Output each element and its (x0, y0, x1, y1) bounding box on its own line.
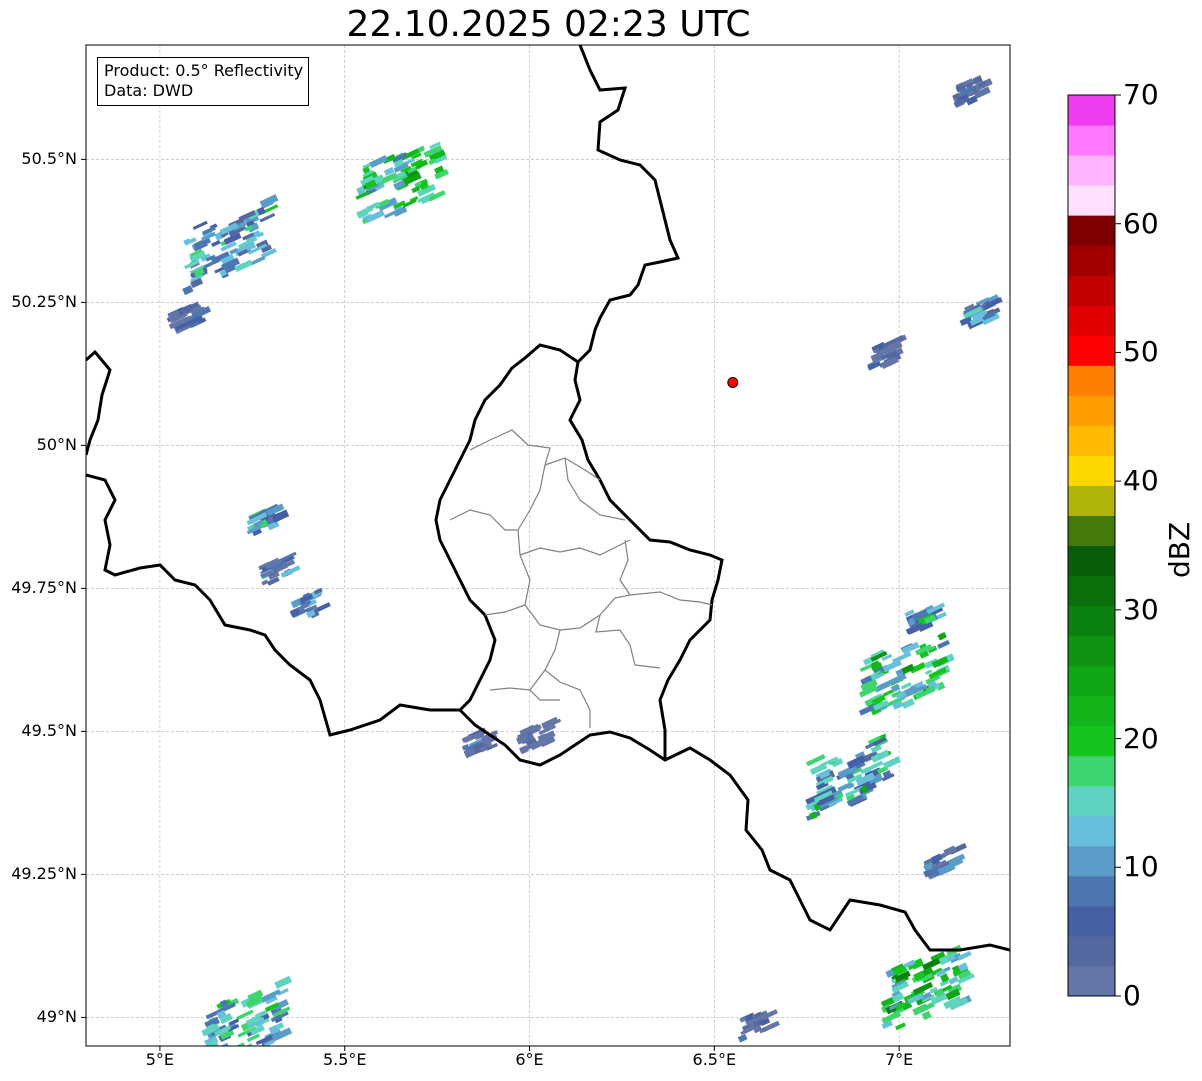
colorbar-swatch (1068, 695, 1115, 727)
colorbar-tick-label: 0 (1123, 979, 1141, 1012)
colorbar-tick-label: 60 (1123, 206, 1159, 240)
lon-tick-label: 6°E (515, 1050, 544, 1069)
colorbar-swatch (1068, 155, 1115, 186)
colorbar-swatch (1068, 215, 1115, 246)
colorbar-swatch (1068, 785, 1115, 817)
colorbar-swatch (1068, 365, 1115, 396)
colorbar-swatch (1068, 275, 1115, 306)
colorbar-swatch (1068, 845, 1115, 877)
precip-pixel (232, 1047, 241, 1056)
colorbar-swatch (1068, 425, 1115, 456)
lon-tick-label: 5°E (145, 1050, 175, 1069)
colorbar-tick-label: 10 (1123, 850, 1159, 884)
colorbar-swatch (1068, 245, 1115, 276)
precip-pixel (226, 1045, 235, 1046)
lat-tick-label: 50.25°N (11, 292, 77, 312)
colorbar (1068, 94, 1121, 997)
colorbar-swatch (1068, 965, 1115, 997)
lat-tick-label: 49.75°N (11, 578, 77, 598)
lat-tick-label: 50.5°N (21, 149, 77, 169)
lat-tick-label: 49.5°N (21, 721, 77, 741)
radar-site-marker (727, 376, 739, 388)
colorbar-swatch (1068, 335, 1115, 366)
colorbar-swatch (1068, 905, 1115, 937)
info-box: Product: 0.5° Reflectivity Data: DWD (97, 57, 310, 106)
colorbar-swatch (1068, 515, 1115, 546)
lat-tick-label: 49°N (36, 1007, 77, 1027)
radar-map (81, 44, 1121, 1068)
colorbar-swatch (1068, 575, 1115, 607)
colorbar-swatch (1068, 305, 1115, 336)
precip-pixel (201, 1048, 218, 1058)
data-source-label: Data: DWD (104, 81, 194, 100)
colorbar-tick-label: 40 (1123, 464, 1159, 498)
colorbar-tick-label: 70 (1123, 78, 1159, 111)
lat-tick-label: 49.25°N (11, 864, 77, 884)
colorbar-tick-label: 50 (1123, 335, 1159, 369)
product-label: Product: 0.5° Reflectivity (104, 61, 304, 80)
precip-pixel (216, 1057, 229, 1068)
colorbar-swatch (1068, 935, 1115, 967)
precip-pixel (211, 1052, 224, 1060)
map-background (86, 45, 1010, 1046)
colorbar-tick-label: 30 (1123, 592, 1159, 626)
colorbar-swatch (1068, 455, 1115, 486)
colorbar-swatch (1068, 755, 1115, 787)
colorbar-swatch (1068, 605, 1115, 637)
colorbar-swatch (1068, 485, 1115, 516)
lon-tick-label: 5.5°E (322, 1050, 367, 1069)
colorbar-swatch (1068, 395, 1115, 426)
precip-pixel (216, 1054, 225, 1063)
colorbar-swatch (1068, 725, 1115, 757)
precip-pixel (228, 1051, 242, 1060)
colorbar-swatch (1068, 815, 1115, 847)
lon-tick-label: 7°E (884, 1050, 914, 1069)
radar-site-layer (727, 376, 739, 388)
colorbar-swatch (1068, 665, 1115, 697)
colorbar-swatch (1068, 545, 1115, 577)
colorbar-tick-label: 20 (1123, 721, 1159, 755)
precip-pixel (216, 1046, 234, 1058)
lon-tick-label: 6.5°E (692, 1050, 737, 1069)
colorbar-swatch (1068, 875, 1115, 907)
precip-pixel (247, 1046, 258, 1056)
colorbar-swatch (1068, 185, 1115, 216)
colorbar-swatch (1068, 125, 1115, 156)
colorbar-swatch (1068, 95, 1115, 126)
colorbar-swatch (1068, 635, 1115, 667)
colorbar-unit-label: dBZ (1163, 521, 1196, 578)
lat-tick-label: 50°N (36, 435, 77, 455)
